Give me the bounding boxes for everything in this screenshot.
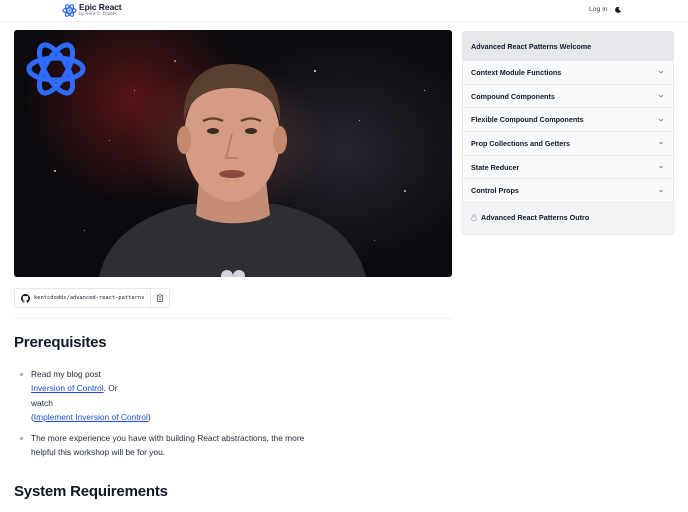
list-text: The more experience you have with buildi… [31, 432, 305, 443]
sidebar-item-label: Context Module Functions [471, 67, 562, 77]
list-text: . Or [103, 383, 118, 394]
chevron-down-icon [658, 94, 664, 98]
sidebar-item-label: Compound Components [471, 91, 555, 101]
sidebar-item-welcome[interactable]: Advanced React Patterns Welcome [463, 32, 673, 61]
prerequisites-list: Read my blog post Inversion of Control. … [14, 367, 344, 459]
logo-title: Epic React [79, 2, 122, 13]
sidebar-item-outro[interactable]: Advanced React Patterns Outro [463, 203, 673, 231]
sidebar-item-label: State Reducer [471, 162, 520, 172]
chevron-down-icon [658, 165, 664, 169]
sidebar-item-label: Control Props [471, 186, 519, 196]
github-icon [21, 293, 30, 303]
bullet [20, 373, 23, 376]
moon-icon[interactable] [614, 6, 622, 14]
site-header: Epic React by Kent C. Dodds Log in [0, 0, 688, 22]
sidebar-item-prop-collections-and-getters[interactable]: Prop Collections and Getters [463, 132, 673, 156]
prerequisites-heading: Prerequisites [14, 334, 107, 351]
chevron-down-icon [658, 142, 664, 145]
epic-react-logo[interactable]: Epic React by Kent C. Dodds [62, 2, 122, 18]
lock-icon [471, 214, 477, 221]
repo-path: kentcdodds/advanced-react-patterns [34, 295, 145, 301]
repo-link-box: kentcdodds/advanced-react-patterns [14, 288, 171, 308]
logo-subtitle: by Kent C. Dodds [79, 11, 117, 17]
inversion-of-control-link[interactable]: Inversion of Control [31, 383, 104, 393]
repo-link[interactable]: kentcdodds/advanced-react-patterns [15, 289, 152, 307]
list-text: watch [31, 397, 53, 408]
video-player[interactable] [14, 30, 452, 277]
chevron-down-icon [658, 71, 664, 74]
sidebar-item-flexible-compound-components[interactable]: Flexible Compound Components [463, 108, 673, 133]
sidebar-item-control-props[interactable]: Control Props [463, 179, 673, 204]
chevron-down-icon [658, 189, 664, 193]
list-text: helpful this workshop will be for you. [31, 447, 166, 458]
login-link[interactable]: Log in [589, 6, 608, 13]
implement-inversion-of-control-link[interactable]: Implement Inversion of Control [34, 412, 148, 422]
list-item: The more experience you have with buildi… [14, 431, 344, 460]
divider [14, 318, 452, 319]
workshop-sidebar: Advanced React Patterns Welcome Context … [462, 31, 674, 235]
atom-logo-icon [26, 42, 86, 96]
atom-icon [62, 4, 77, 17]
sidebar-item-context-module-functions[interactable]: Context Module Functions [463, 61, 673, 85]
copy-button[interactable] [151, 289, 169, 307]
sidebar-item-state-reducer[interactable]: State Reducer [463, 155, 673, 180]
bullet [20, 436, 23, 440]
list-text: ) [147, 412, 151, 423]
chevron-down-icon [658, 118, 664, 122]
sidebar-item-label: Prop Collections and Getters [471, 138, 571, 148]
list-text: Read my blog post [31, 369, 101, 379]
list-item: Read my blog post Inversion of Control. … [14, 367, 344, 425]
sidebar-item-compound-components[interactable]: Compound Components [463, 84, 673, 109]
clipboard-icon [157, 294, 164, 302]
system-requirements-heading: System Requirements [14, 483, 168, 500]
sidebar-item-label: Flexible Compound Components [471, 115, 584, 125]
sidebar-item-label: Advanced React Patterns Outro [481, 212, 590, 222]
